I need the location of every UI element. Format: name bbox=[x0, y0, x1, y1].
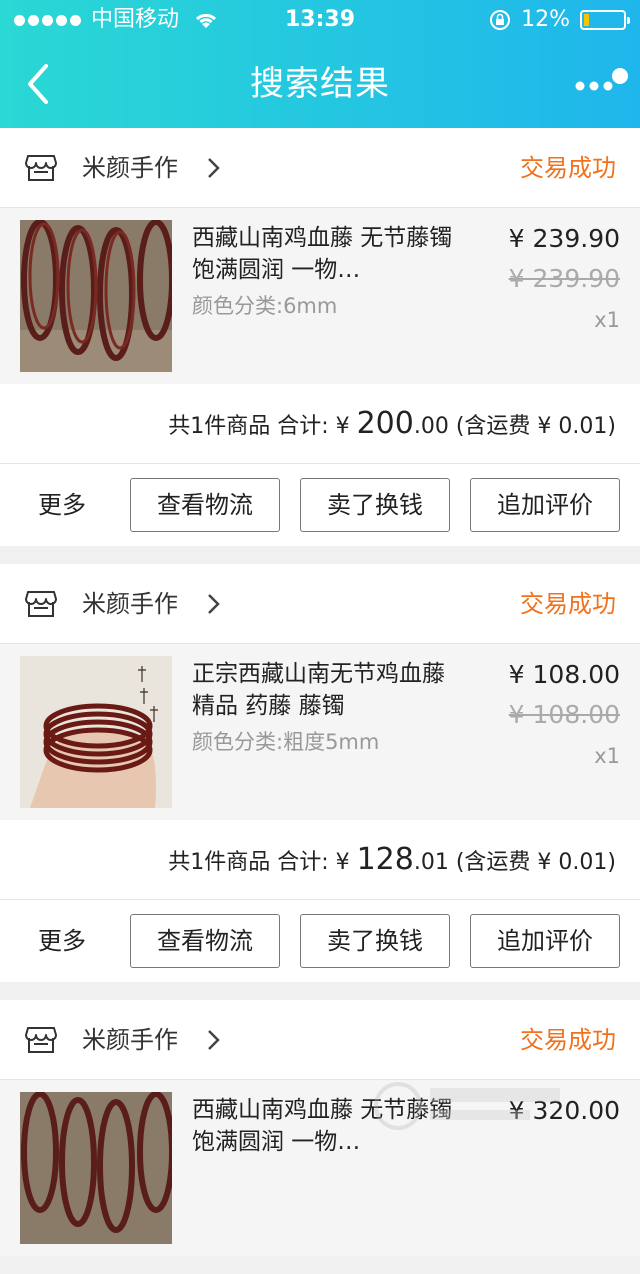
add-review-button[interactable]: 追加评价 bbox=[470, 478, 620, 532]
shop-row[interactable]: 米颜手作 交易成功 bbox=[0, 1000, 640, 1080]
order-status: 交易成功 bbox=[520, 154, 616, 182]
total-decimal: .00 bbox=[413, 414, 449, 439]
total-decimal: .01 bbox=[413, 850, 449, 875]
more-dots-icon[interactable] bbox=[572, 64, 630, 100]
chevron-right-icon bbox=[208, 158, 220, 178]
order-card: 米颜手作 交易成功 bbox=[0, 564, 640, 982]
shipping-fee: (含运费 ¥ 0.01) bbox=[448, 850, 616, 875]
product-title[interactable]: 正宗西藏山南无节鸡血藤 精品 药藤 藤镯 bbox=[192, 658, 462, 722]
product-price: ¥ 108.00 bbox=[508, 660, 620, 689]
order-summary: 共1件商品 合计: ¥ 128.01 (含运费 ¥ 0.01) bbox=[0, 820, 640, 900]
order-item[interactable]: 正宗西藏山南无节鸡血藤 精品 药藤 藤镯 颜色分类:粗度5mm ¥ 108.00… bbox=[0, 644, 640, 820]
product-thumbnail[interactable] bbox=[20, 220, 172, 372]
product-quantity: x1 bbox=[594, 744, 620, 768]
shop-name[interactable]: 米颜手作 bbox=[82, 1000, 178, 1080]
product-thumbnail[interactable] bbox=[20, 1092, 172, 1244]
battery-percent: 12% bbox=[521, 7, 570, 32]
shop-name[interactable]: 米颜手作 bbox=[82, 128, 178, 208]
product-spec: 颜色分类:粗度5mm bbox=[192, 730, 380, 754]
status-bar: 中国移动 13:39 12% bbox=[0, 0, 640, 40]
chevron-right-icon bbox=[208, 1030, 220, 1050]
app-header: 中国移动 13:39 12% 搜索结果 bbox=[0, 0, 640, 128]
total-amount: 128 bbox=[356, 842, 414, 877]
store-icon bbox=[25, 155, 57, 181]
original-price: ¥ 108.00 bbox=[508, 700, 620, 729]
product-thumbnail[interactable] bbox=[20, 656, 172, 808]
product-price: ¥ 239.90 bbox=[508, 224, 620, 253]
order-total: 共1件商品 合计: ¥ 128.01 (含运费 ¥ 0.01) bbox=[168, 820, 616, 903]
battery-icon bbox=[580, 10, 630, 30]
order-actions: 更多 查看物流 卖了换钱 追加评价 bbox=[0, 464, 640, 546]
total-amount: 200 bbox=[356, 406, 414, 441]
shop-row[interactable]: 米颜手作 交易成功 bbox=[0, 128, 640, 208]
order-item[interactable]: 西藏山南鸡血藤 无节藤镯 饱满圆润 一物… 颜色分类:6mm ¥ 239.90 … bbox=[0, 208, 640, 384]
nav-bar: 搜索结果 bbox=[0, 40, 640, 128]
original-price: ¥ 239.90 bbox=[508, 264, 620, 293]
shop-name[interactable]: 米颜手作 bbox=[82, 564, 178, 644]
chevron-right-icon bbox=[208, 594, 220, 614]
store-icon bbox=[25, 1027, 57, 1053]
page-title: 搜索结果 bbox=[250, 64, 390, 104]
total-prefix: 共1件商品 合计: ¥ bbox=[168, 414, 357, 439]
resell-button[interactable]: 卖了换钱 bbox=[300, 914, 450, 968]
more-link[interactable]: 更多 bbox=[38, 900, 86, 982]
store-icon bbox=[25, 591, 57, 617]
shop-row[interactable]: 米颜手作 交易成功 bbox=[0, 564, 640, 644]
more-link[interactable]: 更多 bbox=[38, 464, 86, 546]
product-spec: 颜色分类:6mm bbox=[192, 294, 338, 318]
order-status: 交易成功 bbox=[520, 590, 616, 618]
add-review-button[interactable]: 追加评价 bbox=[470, 914, 620, 968]
view-logistics-button[interactable]: 查看物流 bbox=[130, 478, 280, 532]
view-logistics-button[interactable]: 查看物流 bbox=[130, 914, 280, 968]
product-quantity: x1 bbox=[594, 308, 620, 332]
shipping-fee: (含运费 ¥ 0.01) bbox=[448, 414, 616, 439]
order-card: 米颜手作 交易成功 bbox=[0, 128, 640, 546]
order-total: 共1件商品 合计: ¥ 200.00 (含运费 ¥ 0.01) bbox=[168, 384, 616, 467]
order-status: 交易成功 bbox=[520, 1026, 616, 1054]
total-prefix: 共1件商品 合计: ¥ bbox=[168, 850, 357, 875]
product-title[interactable]: 西藏山南鸡血藤 无节藤镯 饱满圆润 一物… bbox=[192, 222, 462, 286]
lock-rotation-icon bbox=[490, 10, 511, 30]
order-summary: 共1件商品 合计: ¥ 200.00 (含运费 ¥ 0.01) bbox=[0, 384, 640, 464]
order-actions: 更多 查看物流 卖了换钱 追加评价 bbox=[0, 900, 640, 982]
watermark-logo bbox=[374, 1082, 560, 1130]
resell-button[interactable]: 卖了换钱 bbox=[300, 478, 450, 532]
